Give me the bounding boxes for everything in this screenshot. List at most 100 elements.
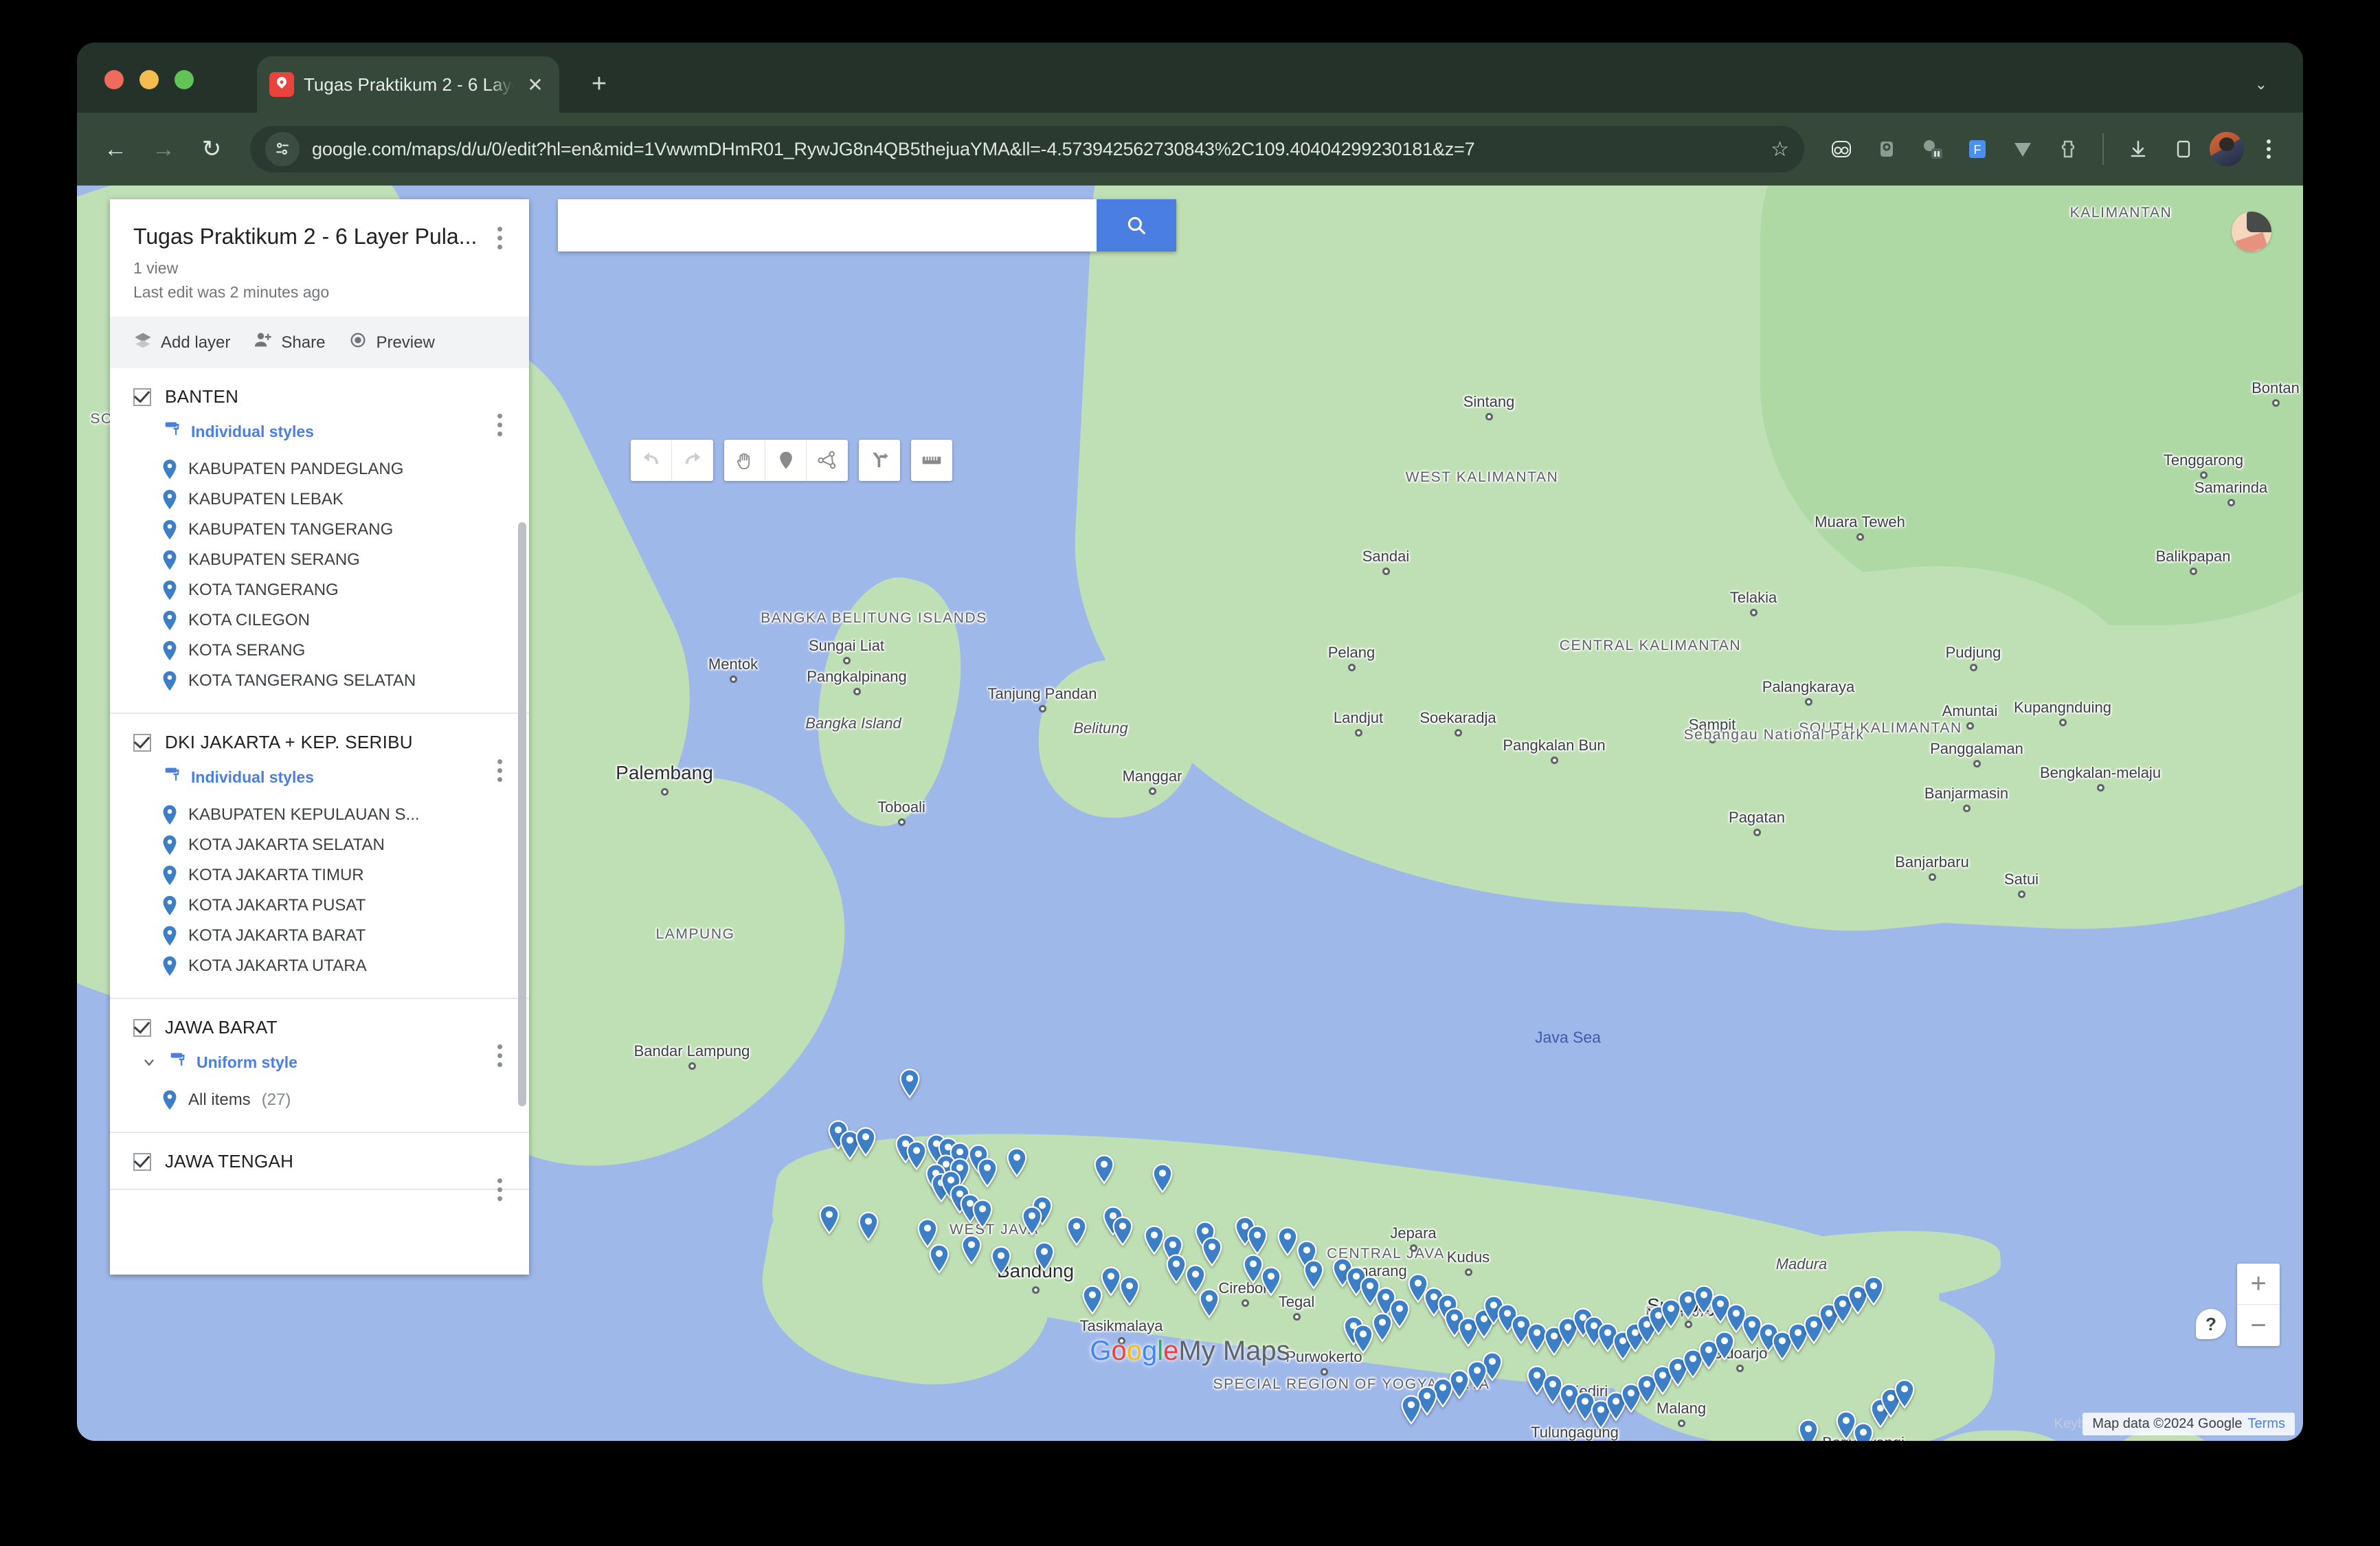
map-marker-pin[interactable] [1118, 1275, 1141, 1307]
list-item[interactable]: KOTA JAKARTA BARAT [110, 921, 529, 951]
measure-button[interactable] [911, 440, 952, 481]
map-marker-pin[interactable] [960, 1234, 983, 1266]
side-panel-icon[interactable] [2164, 130, 2203, 168]
bookmark-star-icon[interactable]: ☆ [1771, 137, 1789, 161]
map-marker-pin[interactable] [971, 1198, 994, 1230]
layer-header[interactable]: JAWA BARAT [110, 1017, 529, 1067]
list-item[interactable]: KABUPATEN TANGERANG [110, 515, 529, 545]
list-item[interactable]: KOTA JAKARTA UTARA [110, 951, 529, 981]
share-button[interactable]: Share [254, 331, 325, 355]
map-marker-pin[interactable] [1893, 1378, 1916, 1410]
map-marker-pin[interactable] [1713, 1330, 1736, 1362]
map-marker-pin[interactable] [1151, 1163, 1174, 1194]
panel-scrollbar[interactable] [518, 522, 526, 1106]
map-marker-pin[interactable] [1033, 1241, 1056, 1273]
add-marker-button[interactable] [765, 440, 807, 481]
map-marker-pin[interactable] [976, 1157, 999, 1189]
search-button[interactable] [1097, 199, 1176, 251]
map-marker-pin[interactable] [989, 1245, 1013, 1277]
reload-button[interactable]: ↻ [190, 127, 234, 171]
map-canvas[interactable]: RIAUSOUTH SUMATRABANGKA BELITUNG ISLANDS… [77, 186, 2303, 1441]
redo-button[interactable] [672, 440, 713, 481]
map-marker-pin[interactable] [1005, 1147, 1029, 1178]
terms-link[interactable]: Terms [2248, 1416, 2285, 1431]
extension-icon-chevron-v[interactable] [2003, 130, 2042, 168]
zoom-out-button[interactable]: − [2237, 1305, 2280, 1346]
layer-list[interactable]: BANTEN Individual styles KABUPATEN PANDEGL… [110, 368, 529, 1275]
map-options-menu[interactable] [486, 223, 513, 253]
layer-header[interactable]: BANTEN [110, 386, 529, 436]
layer-header[interactable]: JAWA TENGAH [110, 1151, 529, 1201]
layer-style-toggle[interactable]: Uniform style [110, 1051, 529, 1074]
preview-button[interactable]: Preview [348, 331, 435, 355]
map-marker-pin[interactable] [857, 1211, 880, 1242]
layer-header[interactable]: DKI JAKARTA + KEP. SERIBU [110, 732, 529, 782]
page-title[interactable]: Tugas Praktikum 2 - 6 Layer Pula... [133, 224, 506, 249]
search-input[interactable] [558, 199, 1097, 251]
list-item[interactable]: KABUPATEN SERANG [110, 545, 529, 575]
map-marker-pin[interactable] [818, 1204, 841, 1235]
map-marker-pin[interactable] [898, 1068, 921, 1099]
list-item[interactable]: KOTA JAKARTA SELATAN [110, 830, 529, 860]
download-icon[interactable] [2119, 130, 2157, 168]
layer-visibility-checkbox[interactable] [133, 388, 151, 406]
pan-tool-button[interactable] [724, 440, 765, 481]
map-marker-pin[interactable] [928, 1243, 951, 1275]
map-marker-pin[interactable] [1259, 1266, 1283, 1297]
close-icon[interactable]: ✕ [524, 74, 547, 96]
maximize-window-button[interactable] [175, 70, 194, 89]
avatar[interactable] [2210, 132, 2244, 166]
site-settings-icon[interactable] [265, 132, 300, 166]
map-marker-pin[interactable] [1862, 1275, 1885, 1307]
list-item[interactable]: KABUPATEN LEBAK [110, 484, 529, 515]
zoom-in-button[interactable]: + [2237, 1264, 2280, 1305]
all-items-row[interactable]: All items (27) [110, 1085, 529, 1115]
extension-icon-goggles[interactable] [1822, 130, 1861, 168]
map-marker-pin[interactable] [1198, 1288, 1221, 1319]
chevron-down-icon[interactable]: ⌄ [2255, 76, 2267, 93]
layer-style-toggle[interactable]: Individual styles [110, 765, 529, 789]
map-marker-pin[interactable] [1065, 1215, 1088, 1247]
layer-options-menu[interactable] [486, 1174, 513, 1205]
list-item[interactable]: KOTA JAKARTA TIMUR [110, 860, 529, 890]
list-item[interactable]: KABUPATEN PANDEGLANG [110, 454, 529, 484]
map-marker-pin[interactable] [1081, 1284, 1104, 1316]
undo-button[interactable] [631, 440, 672, 481]
list-item[interactable]: KOTA SERANG [110, 636, 529, 666]
layer-visibility-checkbox[interactable] [133, 1152, 151, 1171]
map-marker-pin[interactable] [1092, 1154, 1116, 1185]
layer-visibility-checkbox[interactable] [133, 733, 151, 752]
chevron-down-icon[interactable] [140, 1053, 158, 1071]
map-marker-pin[interactable] [1111, 1215, 1134, 1247]
new-tab-button[interactable]: + [585, 71, 613, 97]
map-marker-pin[interactable] [1400, 1394, 1423, 1426]
list-item[interactable]: KOTA TANGERANG [110, 575, 529, 605]
extension-icon-split[interactable] [1913, 130, 1951, 168]
list-item[interactable]: KOTA TANGERANG SELATAN [110, 666, 529, 696]
layer-visibility-checkbox[interactable] [133, 1018, 151, 1037]
help-button[interactable]: ? [2196, 1309, 2226, 1339]
map-marker-pin[interactable] [1351, 1323, 1375, 1355]
collaborator-avatar[interactable] [2232, 212, 2271, 251]
map-marker-pin[interactable] [1797, 1418, 1820, 1441]
forward-button[interactable]: → [142, 127, 186, 171]
back-button[interactable]: ← [93, 127, 137, 171]
map-marker-pin[interactable] [1246, 1224, 1269, 1256]
map-marker-pin[interactable] [1020, 1205, 1044, 1237]
add-directions-button[interactable] [859, 440, 900, 481]
address-bar[interactable]: google.com/maps/d/u/0/edit?hl=en&mid=1Vw… [250, 126, 1804, 172]
list-item[interactable]: KABUPATEN KEPULAUAN S... [110, 800, 529, 830]
browser-tab[interactable]: Tugas Praktikum 2 - 6 Layer ✕ [257, 56, 559, 113]
add-layer-button[interactable]: Add layer [133, 331, 230, 355]
map-marker-pin[interactable] [854, 1126, 877, 1158]
list-item[interactable]: KOTA CILEGON [110, 605, 529, 636]
draw-line-button[interactable] [807, 440, 848, 481]
close-window-button[interactable] [104, 70, 124, 89]
extension-icon-camera[interactable] [1867, 130, 1906, 168]
extension-icon-puzzle[interactable] [2049, 130, 2087, 168]
layer-style-toggle[interactable]: Individual styles [110, 420, 529, 443]
browser-menu-button[interactable] [2251, 139, 2287, 159]
extension-icon-fonts[interactable]: F [1958, 130, 1997, 168]
map-marker-pin[interactable] [1302, 1259, 1325, 1290]
minimize-window-button[interactable] [139, 70, 159, 89]
